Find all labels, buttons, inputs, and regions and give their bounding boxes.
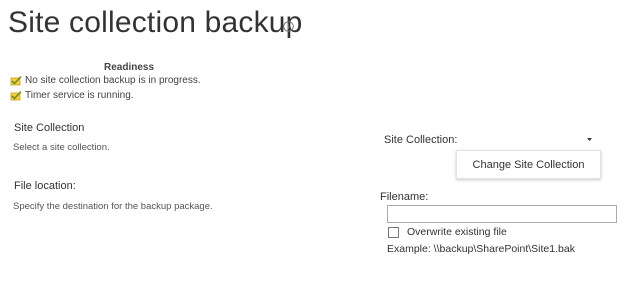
caret-down-icon[interactable] <box>586 137 593 142</box>
filename-label: Filename: <box>380 191 429 203</box>
overwrite-checkbox[interactable] <box>388 226 399 238</box>
change-site-collection-label: Change Site Collection <box>472 158 585 171</box>
readiness-item-text: No site collection backup is in progress… <box>25 75 201 86</box>
overwrite-option[interactable]: Overwrite existing file <box>388 226 507 238</box>
readiness-item-text: Timer service is running. <box>25 90 134 101</box>
readiness-item: No site collection backup is in progress… <box>10 75 201 86</box>
readiness-heading: Readiness <box>104 62 155 73</box>
file-location-section-label: File location: <box>14 180 76 192</box>
site-collection-section-description: Select a site collection. <box>13 142 110 153</box>
checkmark-icon <box>10 75 22 86</box>
checkmark-icon <box>10 90 22 101</box>
filename-example: Example: \\backup\SharePoint\Site1.bak <box>387 243 575 255</box>
change-site-collection-menu-item[interactable]: Change Site Collection <box>456 150 601 179</box>
readiness-item: Timer service is running. <box>10 90 134 101</box>
file-location-section-description: Specify the destination for the backup p… <box>13 201 213 212</box>
site-collection-section-label: Site Collection <box>14 122 85 134</box>
page-title: Site collection backup <box>8 6 303 39</box>
overwrite-label: Overwrite existing file <box>407 226 507 238</box>
info-icon[interactable] <box>283 21 294 32</box>
site-collection-field-label: Site Collection: <box>384 134 458 146</box>
filename-input[interactable] <box>387 205 617 223</box>
